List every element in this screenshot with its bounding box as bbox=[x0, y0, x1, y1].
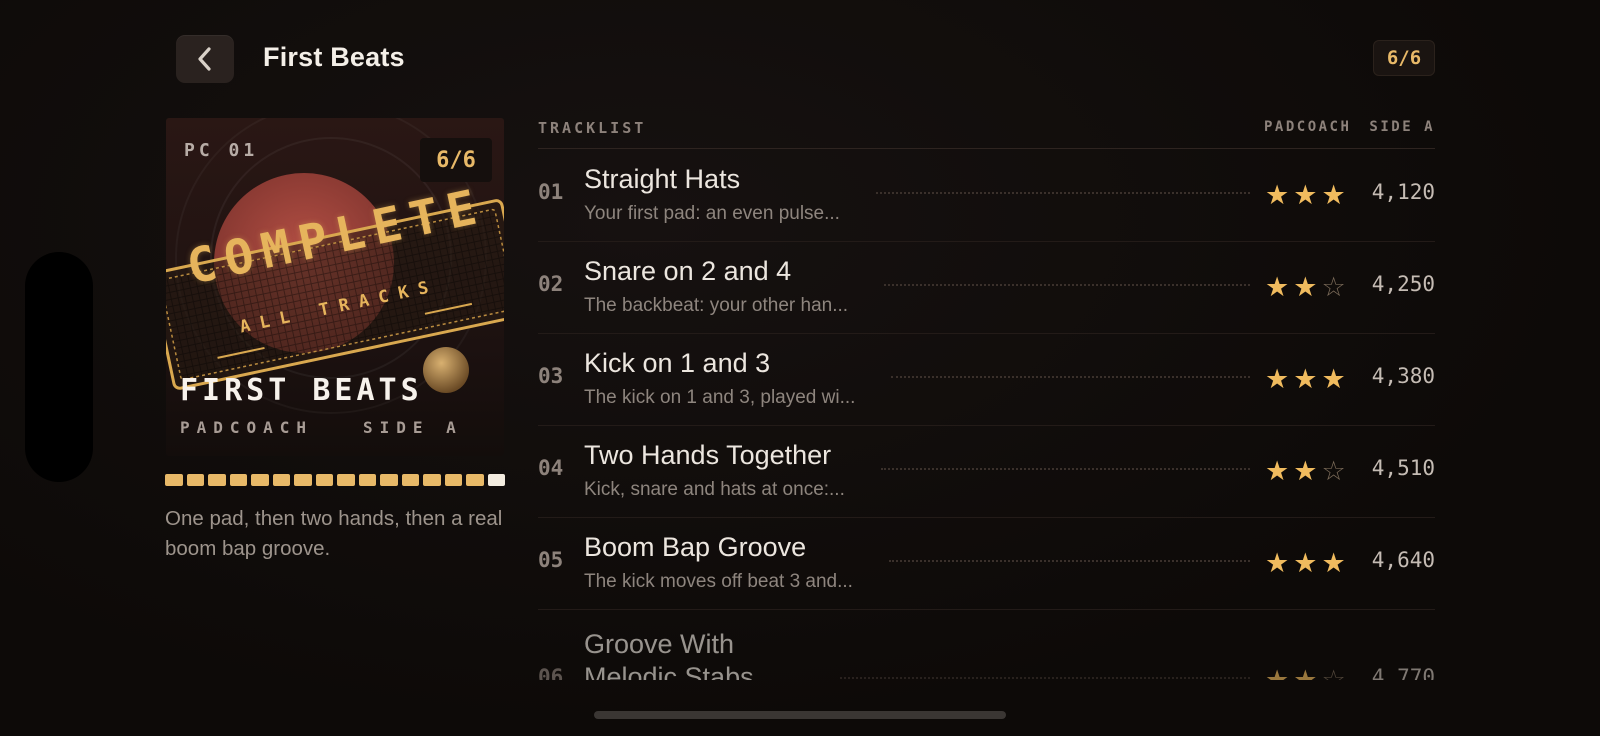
progress-segment bbox=[294, 474, 312, 486]
star-empty-icon: ☆ bbox=[1321, 272, 1346, 302]
track-title: Straight Hats bbox=[584, 164, 741, 194]
track-number: 01 bbox=[538, 180, 564, 204]
track-title: Two Hands Together bbox=[584, 440, 832, 470]
artist-label: PADCOACH bbox=[1263, 119, 1352, 135]
home-indicator[interactable] bbox=[594, 711, 1006, 719]
dotted-leader bbox=[891, 376, 1250, 378]
track-score: 4,640 bbox=[1371, 548, 1435, 572]
track-row[interactable]: 06 Groove With Melodic Stabs ★ ★ ☆ 4,770 bbox=[538, 610, 1435, 680]
dotted-leader bbox=[881, 468, 1250, 470]
track-number: 02 bbox=[538, 272, 564, 296]
progress-segment bbox=[186, 474, 204, 486]
progress-segment bbox=[315, 474, 333, 486]
track-row[interactable]: 04 Two Hands Together Kick, snare and hats… bbox=[538, 426, 1435, 518]
track-score: 4,380 bbox=[1371, 364, 1435, 388]
star-filled-icon: ★ bbox=[1265, 364, 1290, 394]
star-rating: ★ ★ ★ bbox=[1265, 180, 1346, 210]
track-description: The backbeat: your other han... bbox=[584, 295, 849, 316]
progress-segment bbox=[380, 474, 398, 486]
progress-segment bbox=[358, 474, 376, 486]
progress-segment bbox=[251, 474, 269, 486]
star-filled-icon: ★ bbox=[1293, 665, 1318, 680]
star-filled-icon: ★ bbox=[1293, 364, 1318, 394]
progress-segment bbox=[229, 474, 247, 486]
track-number: 03 bbox=[538, 364, 564, 388]
track-number: 06 bbox=[538, 665, 564, 680]
track-description: The kick on 1 and 3, played wi... bbox=[584, 387, 856, 408]
track-title: Snare on 2 and 4 bbox=[584, 256, 792, 286]
progress-segment bbox=[444, 474, 462, 486]
star-rating: ★ ★ ★ bbox=[1265, 364, 1346, 394]
progress-segment bbox=[272, 474, 290, 486]
track-title: Groove With Melodic Stabs bbox=[584, 629, 754, 680]
star-rating: ★ ★ ☆ bbox=[1265, 665, 1346, 680]
track-description: Your first pad: an even pulse... bbox=[584, 203, 840, 224]
progress-segment bbox=[401, 474, 419, 486]
track-score: 4,120 bbox=[1371, 180, 1435, 204]
star-filled-icon: ★ bbox=[1265, 665, 1290, 680]
star-filled-icon: ★ bbox=[1321, 180, 1346, 210]
album-progress-badge: 6/6 bbox=[420, 138, 492, 182]
progress-segment bbox=[165, 474, 183, 486]
track-number: 04 bbox=[538, 456, 564, 480]
track-number: 05 bbox=[538, 548, 564, 572]
star-filled-icon: ★ bbox=[1293, 180, 1318, 210]
track-title: Boom Bap Groove bbox=[584, 532, 807, 562]
page-title: First Beats bbox=[263, 42, 405, 72]
track-description: The kick moves off beat 3 and... bbox=[584, 571, 853, 592]
dotted-leader bbox=[884, 284, 1250, 286]
star-rating: ★ ★ ☆ bbox=[1265, 456, 1346, 486]
star-filled-icon: ★ bbox=[1265, 272, 1290, 302]
star-filled-icon: ★ bbox=[1265, 456, 1290, 486]
album-subtitle: PADCOACH SIDE A bbox=[180, 418, 463, 437]
track-row[interactable]: 01 Straight Hats Your first pad: an even p… bbox=[538, 150, 1435, 242]
tracklist-heading: TRACKLIST bbox=[538, 119, 647, 137]
completion-badge: 6/6 bbox=[1373, 40, 1435, 76]
side-label: SIDE A bbox=[1369, 119, 1435, 135]
progress-segment bbox=[337, 474, 355, 486]
track-score: 4,250 bbox=[1371, 272, 1435, 296]
star-filled-icon: ★ bbox=[1265, 548, 1290, 578]
star-filled-icon: ★ bbox=[1321, 364, 1346, 394]
track-row[interactable]: 03 Kick on 1 and 3 The kick on 1 and 3, pl… bbox=[538, 334, 1435, 426]
star-filled-icon: ★ bbox=[1321, 548, 1346, 578]
tracklist-header: TRACKLIST PADCOACH SIDE A bbox=[538, 119, 1435, 149]
progress-segment bbox=[466, 474, 484, 486]
star-empty-icon: ☆ bbox=[1321, 665, 1346, 680]
dotted-leader bbox=[889, 560, 1250, 562]
star-filled-icon: ★ bbox=[1265, 180, 1290, 210]
device-camera-notch bbox=[25, 252, 93, 482]
dotted-leader bbox=[876, 192, 1250, 194]
star-rating: ★ ★ ☆ bbox=[1265, 272, 1346, 302]
progress-segment bbox=[208, 474, 226, 486]
track-description: Kick, snare and hats at once:... bbox=[584, 479, 845, 500]
track-title: Kick on 1 and 3 bbox=[584, 348, 771, 378]
track-row[interactable]: 05 Boom Bap Groove The kick moves off beat… bbox=[538, 518, 1435, 610]
star-filled-icon: ★ bbox=[1293, 548, 1318, 578]
back-button[interactable] bbox=[176, 35, 234, 83]
star-empty-icon: ☆ bbox=[1321, 456, 1346, 486]
album-description: One pad, then two hands, then a real boo… bbox=[165, 507, 503, 560]
chevron-left-icon bbox=[198, 47, 211, 71]
progress-bar bbox=[165, 474, 505, 486]
progress-segment bbox=[423, 474, 441, 486]
star-rating: ★ ★ ★ bbox=[1265, 548, 1346, 578]
album-name: FIRST BEATS bbox=[180, 373, 423, 408]
track-row[interactable]: 02 Snare on 2 and 4 The backbeat: your oth… bbox=[538, 242, 1435, 334]
progress-segment bbox=[487, 474, 505, 486]
track-list: 01 Straight Hats Your first pad: an even p… bbox=[538, 150, 1435, 680]
track-score: 4,510 bbox=[1371, 456, 1435, 480]
star-filled-icon: ★ bbox=[1293, 272, 1318, 302]
album-code: PC 01 bbox=[184, 140, 259, 161]
dotted-leader bbox=[840, 677, 1250, 679]
album-cover: PC 01 6/6 COMPLETE ALL TRACKS FIRST BEAT… bbox=[166, 118, 504, 456]
star-filled-icon: ★ bbox=[1293, 456, 1318, 486]
track-score: 4,770 bbox=[1371, 665, 1435, 680]
